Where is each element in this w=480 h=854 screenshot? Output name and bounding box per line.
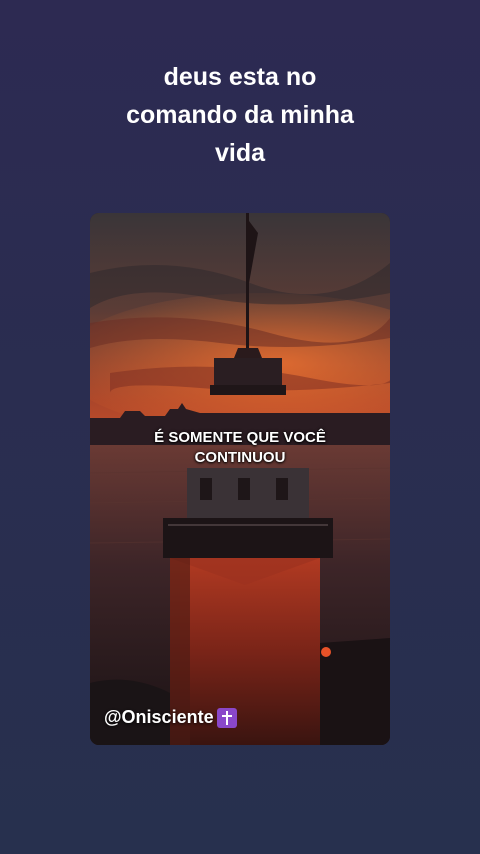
post-title: deus esta no comando da minha vida (60, 58, 420, 172)
video-frame (90, 213, 390, 745)
video-caption: É SOMENTE QUE VOCÊ CONTINUOU (90, 428, 390, 468)
post-title-line-3: vida (214, 139, 266, 167)
post-title-line-1: deus esta no (163, 63, 317, 91)
video-caption-line-1: É SOMENTE QUE VOCÊ (154, 429, 326, 446)
video-player[interactable]: É SOMENTE QUE VOCÊ CONTINUOU @Onisciente (90, 213, 390, 745)
video-caption-line-2: CONTINUOU (194, 449, 286, 466)
latin-cross-icon (216, 707, 237, 728)
watermark: @Onisciente (104, 707, 237, 728)
watermark-handle: @Onisciente (104, 707, 214, 727)
post-title-line-2: comando da minha (126, 101, 354, 129)
